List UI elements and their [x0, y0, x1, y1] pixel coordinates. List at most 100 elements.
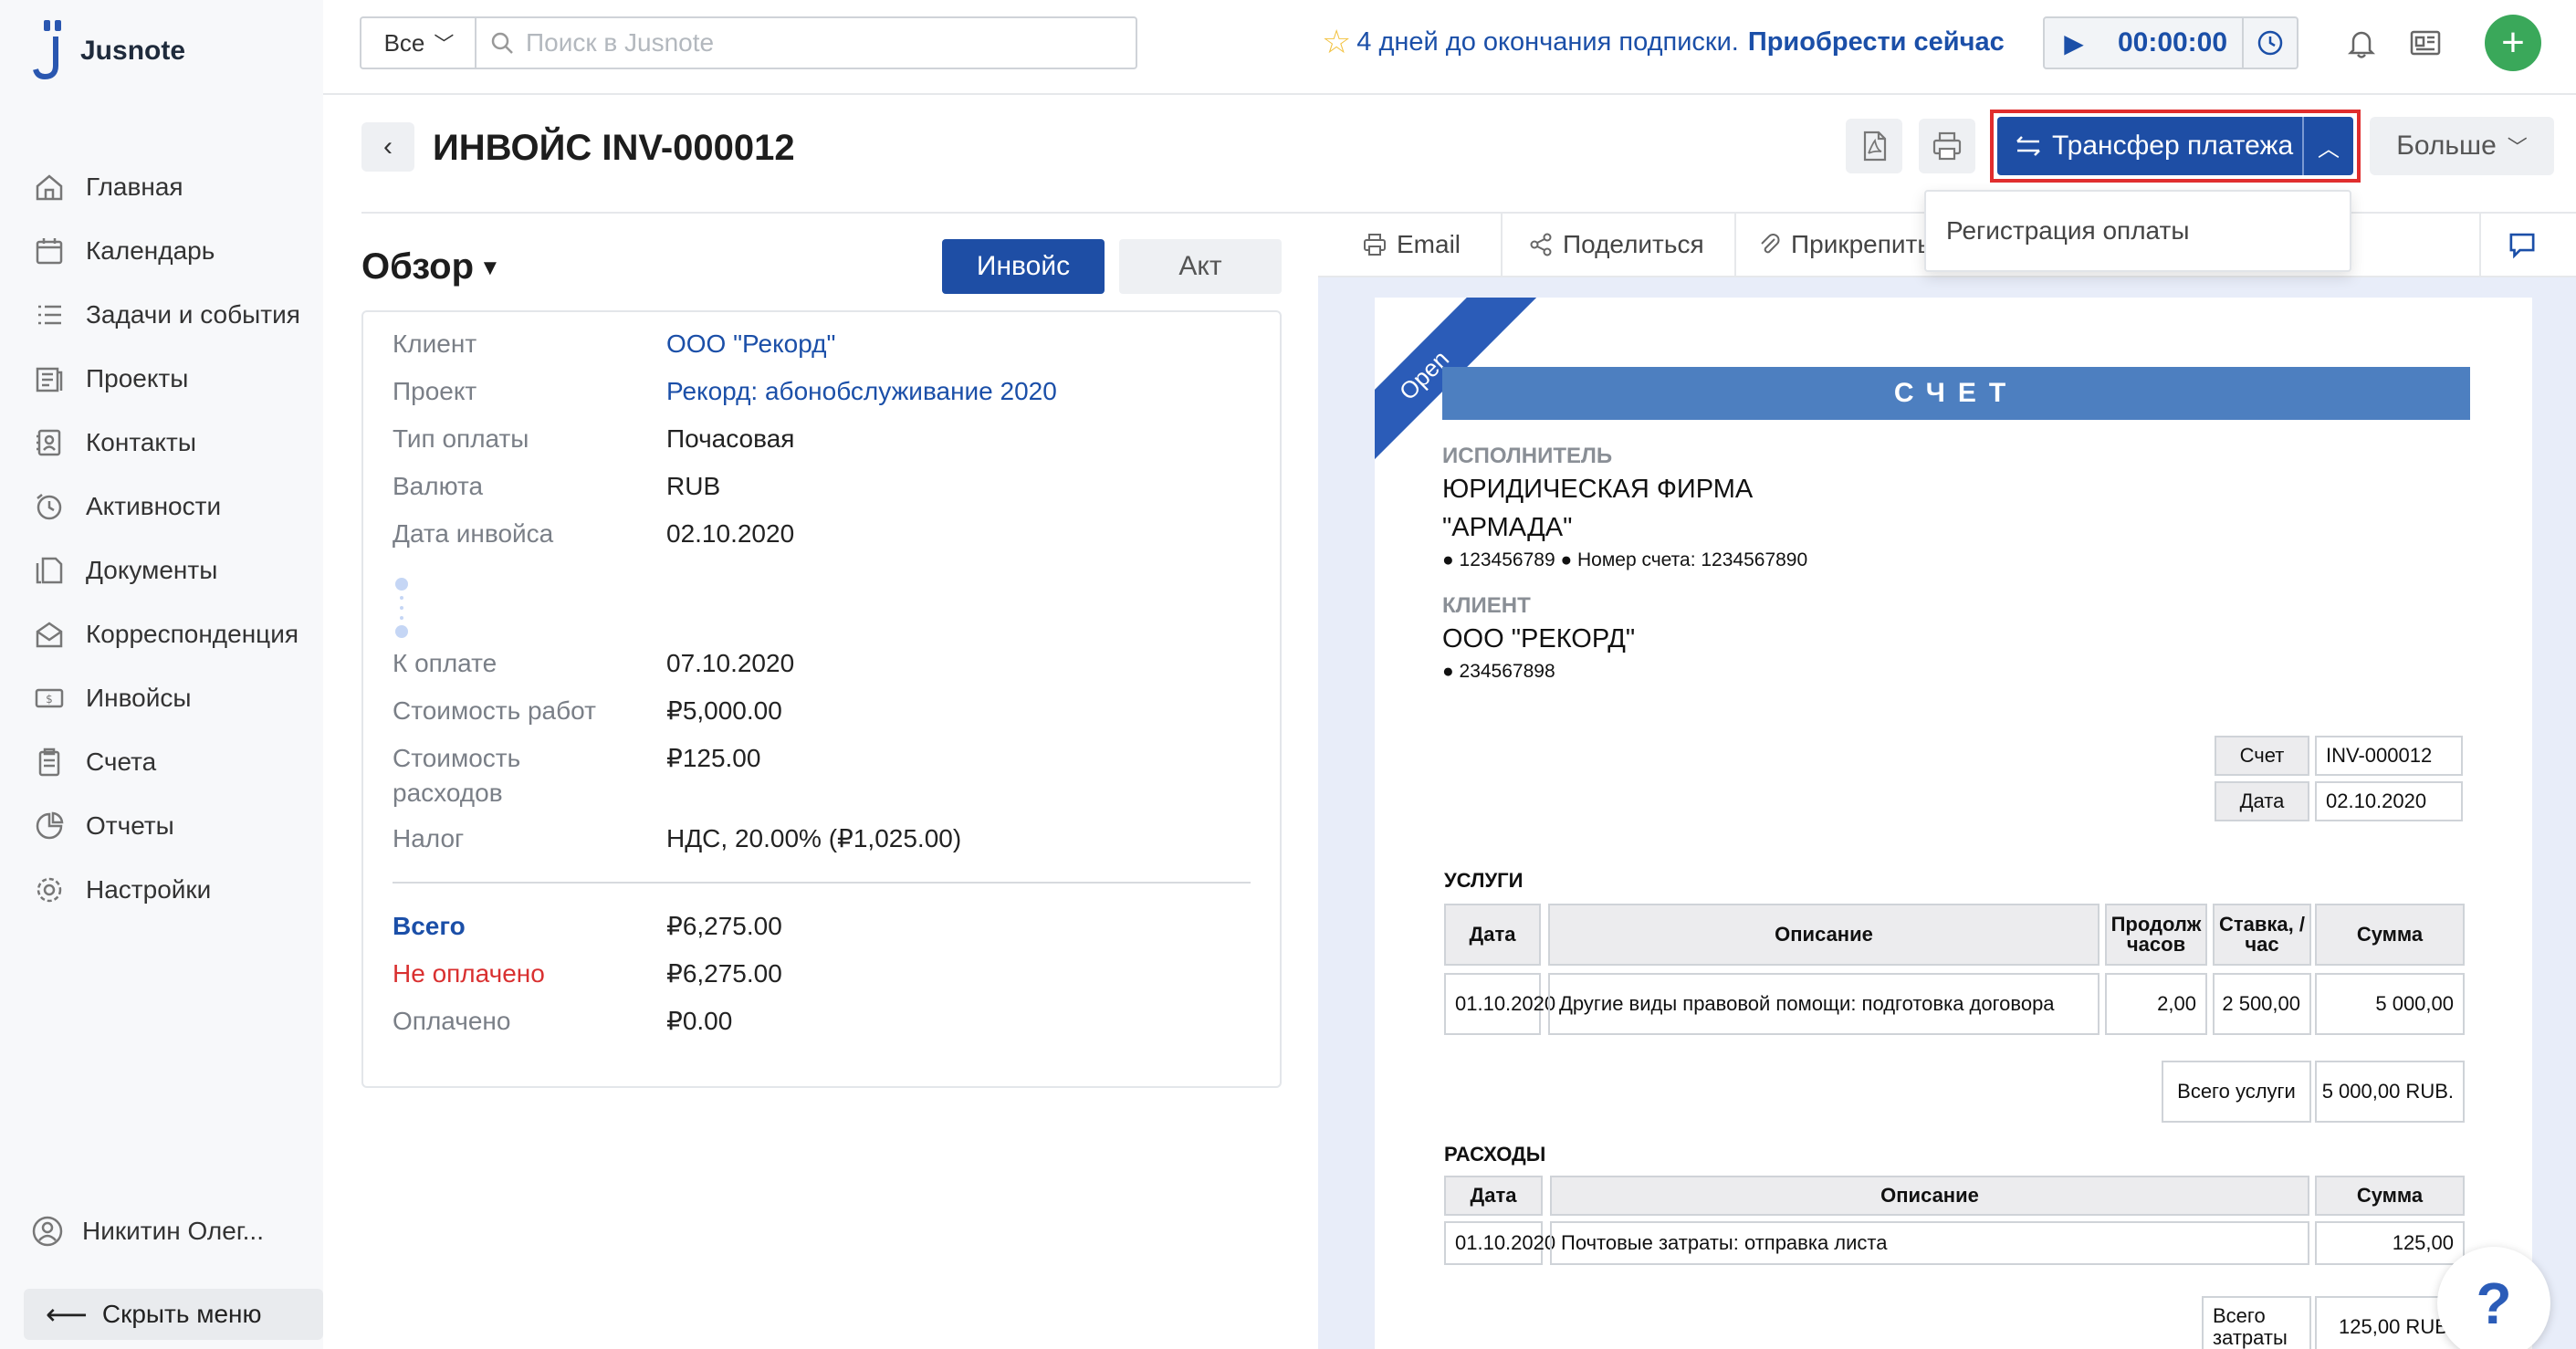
pdf-button[interactable]	[1846, 119, 1902, 173]
svg-text:$: $	[46, 693, 53, 706]
overview-title[interactable]: Обзор ▼	[361, 239, 501, 294]
detail-label: Дата инвойса	[393, 519, 554, 548]
unpaid-label: Не оплачено	[393, 959, 545, 988]
dropdown-item-register-payment[interactable]: Регистрация оплаты	[1924, 190, 2351, 272]
timer-history-icon[interactable]	[2242, 18, 2297, 68]
nav-label: Контакты	[86, 428, 196, 456]
nav-item-activity[interactable]: Активности	[31, 475, 323, 539]
transfer-main[interactable]: Трансфер платежа	[1997, 117, 2302, 175]
search-input[interactable]	[526, 28, 1110, 58]
bell-icon[interactable]	[2339, 20, 2384, 66]
services-header-rate: Ставка, /час	[2213, 904, 2311, 966]
search-scope-select[interactable]: Все ﹀	[360, 16, 476, 69]
client-label: КЛИЕНТ	[1442, 593, 1531, 618]
invoice-number-value: INV-000012	[2315, 736, 2463, 776]
overview-label: Обзор	[361, 246, 475, 287]
jusnote-logo-icon	[33, 20, 61, 80]
play-icon[interactable]: ▶	[2045, 18, 2103, 68]
hide-menu-button[interactable]: ⟵ Скрыть меню	[24, 1289, 323, 1340]
attach-button[interactable]: Прикрепить	[1756, 214, 1931, 276]
executor-name-line1: ЮРИДИЧЕСКАЯ ФИРМА	[1442, 475, 1754, 504]
service-row-rate: 2 500,00	[2213, 973, 2311, 1035]
nav-item-contacts[interactable]: Контакты	[31, 411, 323, 475]
print-button[interactable]	[1919, 119, 1975, 173]
expenses-total-label: Всего затраты	[2202, 1296, 2311, 1349]
nav-item-calendar[interactable]: Календарь	[31, 219, 323, 283]
comment-button[interactable]	[2507, 214, 2547, 276]
timeline-dots-icon	[395, 578, 408, 638]
chevron-up-icon[interactable]: ︿	[2302, 117, 2353, 175]
nav-item-reports[interactable]: Отчеты	[31, 794, 323, 858]
share-button[interactable]: Поделиться	[1528, 214, 1704, 276]
invoice-date-value: 02.10.2020	[2315, 781, 2463, 821]
services-header-duration: Продолж часов	[2105, 904, 2207, 966]
detail-value: Почасовая	[666, 424, 795, 453]
client-link[interactable]: ООО "Рекорд"	[666, 327, 1269, 361]
pdf-icon	[1863, 131, 1887, 162]
detail-label: Проект	[393, 377, 477, 405]
detail-label: К оплате	[393, 649, 497, 677]
contacts-icon	[31, 424, 68, 461]
paid-label: Оплачено	[393, 1007, 511, 1035]
help-button[interactable]: ?	[2437, 1247, 2550, 1349]
print-icon	[1932, 131, 1962, 161]
paperclip-icon	[1761, 234, 1780, 254]
search-box[interactable]	[475, 16, 1137, 69]
nav-item-mail[interactable]: Корреспонденция	[31, 602, 323, 666]
service-row-description: Другие виды правовой помощи: подготовка …	[1548, 973, 2100, 1035]
nav-label: Активности	[86, 492, 222, 520]
nav-item-projects[interactable]: Проекты	[31, 347, 323, 411]
more-button[interactable]: Больше ﹀	[2370, 117, 2554, 175]
services-total-value: 5 000,00 RUB.	[2315, 1061, 2465, 1123]
calendar-icon	[31, 233, 68, 269]
nav-label: Корреспонденция	[86, 620, 299, 648]
brand[interactable]: Jusnote	[31, 18, 185, 84]
arrow-left-icon: ⟵	[46, 1298, 88, 1331]
timer-value: 00:00:00	[2117, 27, 2228, 58]
tab-invoice[interactable]: Инвойс	[942, 239, 1105, 294]
tasks-icon	[31, 297, 68, 333]
nav-item-bills[interactable]: Счета	[31, 730, 323, 794]
buy-now-link[interactable]: Приобрести сейчас	[1748, 27, 2005, 58]
paid-value: ₽0.00	[666, 1007, 733, 1035]
news-icon[interactable]	[2403, 20, 2448, 66]
comment-icon	[2509, 233, 2535, 259]
attach-label: Прикрепить	[1791, 230, 1931, 258]
expense-row-description: Почтовые затраты: отправка листа	[1550, 1221, 2309, 1265]
email-button[interactable]: Email	[1362, 214, 1461, 276]
back-button[interactable]: ‹	[361, 122, 414, 172]
transfer-payment-button[interactable]: Трансфер платежа ︿	[1997, 117, 2353, 175]
services-total-label: Всего услуги	[2162, 1061, 2311, 1123]
invoice-icon: $	[31, 680, 68, 716]
reports-icon	[31, 808, 68, 844]
nav-label: Календарь	[86, 236, 215, 265]
subscription-notice: ☆ 4 дней до окончания подписки. Приобрес…	[1322, 22, 2005, 62]
nav-item-tasks[interactable]: Задачи и события	[31, 283, 323, 347]
user-profile[interactable]: Никитин Олег...	[31, 1203, 264, 1260]
add-button[interactable]: +	[2485, 15, 2541, 71]
tab-act[interactable]: Акт	[1119, 239, 1282, 294]
bills-icon	[31, 744, 68, 780]
expenses-title: РАСХОДЫ	[1444, 1143, 1546, 1166]
print-icon	[1364, 234, 1386, 256]
question-icon: ?	[2476, 1271, 2512, 1336]
services-header-date: Дата	[1444, 904, 1541, 966]
service-row-amount: 5 000,00	[2315, 973, 2465, 1035]
home-icon	[31, 169, 68, 205]
nav-item-documents[interactable]: Документы	[31, 539, 323, 602]
transfer-label: Трансфер платежа	[2052, 131, 2294, 161]
executor-meta: ● 123456789 ● Номер счета: 1234567890	[1442, 549, 1808, 570]
nav-item-home[interactable]: Главная	[31, 155, 323, 219]
chevron-left-icon: ‹	[383, 131, 393, 162]
nav-item-settings[interactable]: Настройки	[31, 858, 323, 922]
expense-row-date: 01.10.2020	[1444, 1221, 1555, 1265]
email-label: Email	[1397, 230, 1461, 258]
projects-icon	[31, 361, 68, 397]
expenses-header-date: Дата	[1444, 1176, 1543, 1216]
totals-divider	[393, 882, 1251, 884]
total-label: Всего	[393, 912, 466, 940]
invoice-date-label: Дата	[2215, 781, 2309, 821]
client-meta: ● 234567898	[1442, 661, 1555, 682]
nav-item-invoices[interactable]: $ Инвойсы	[31, 666, 323, 730]
project-link[interactable]: Рекорд: абонобслуживание 2020	[666, 374, 1269, 409]
